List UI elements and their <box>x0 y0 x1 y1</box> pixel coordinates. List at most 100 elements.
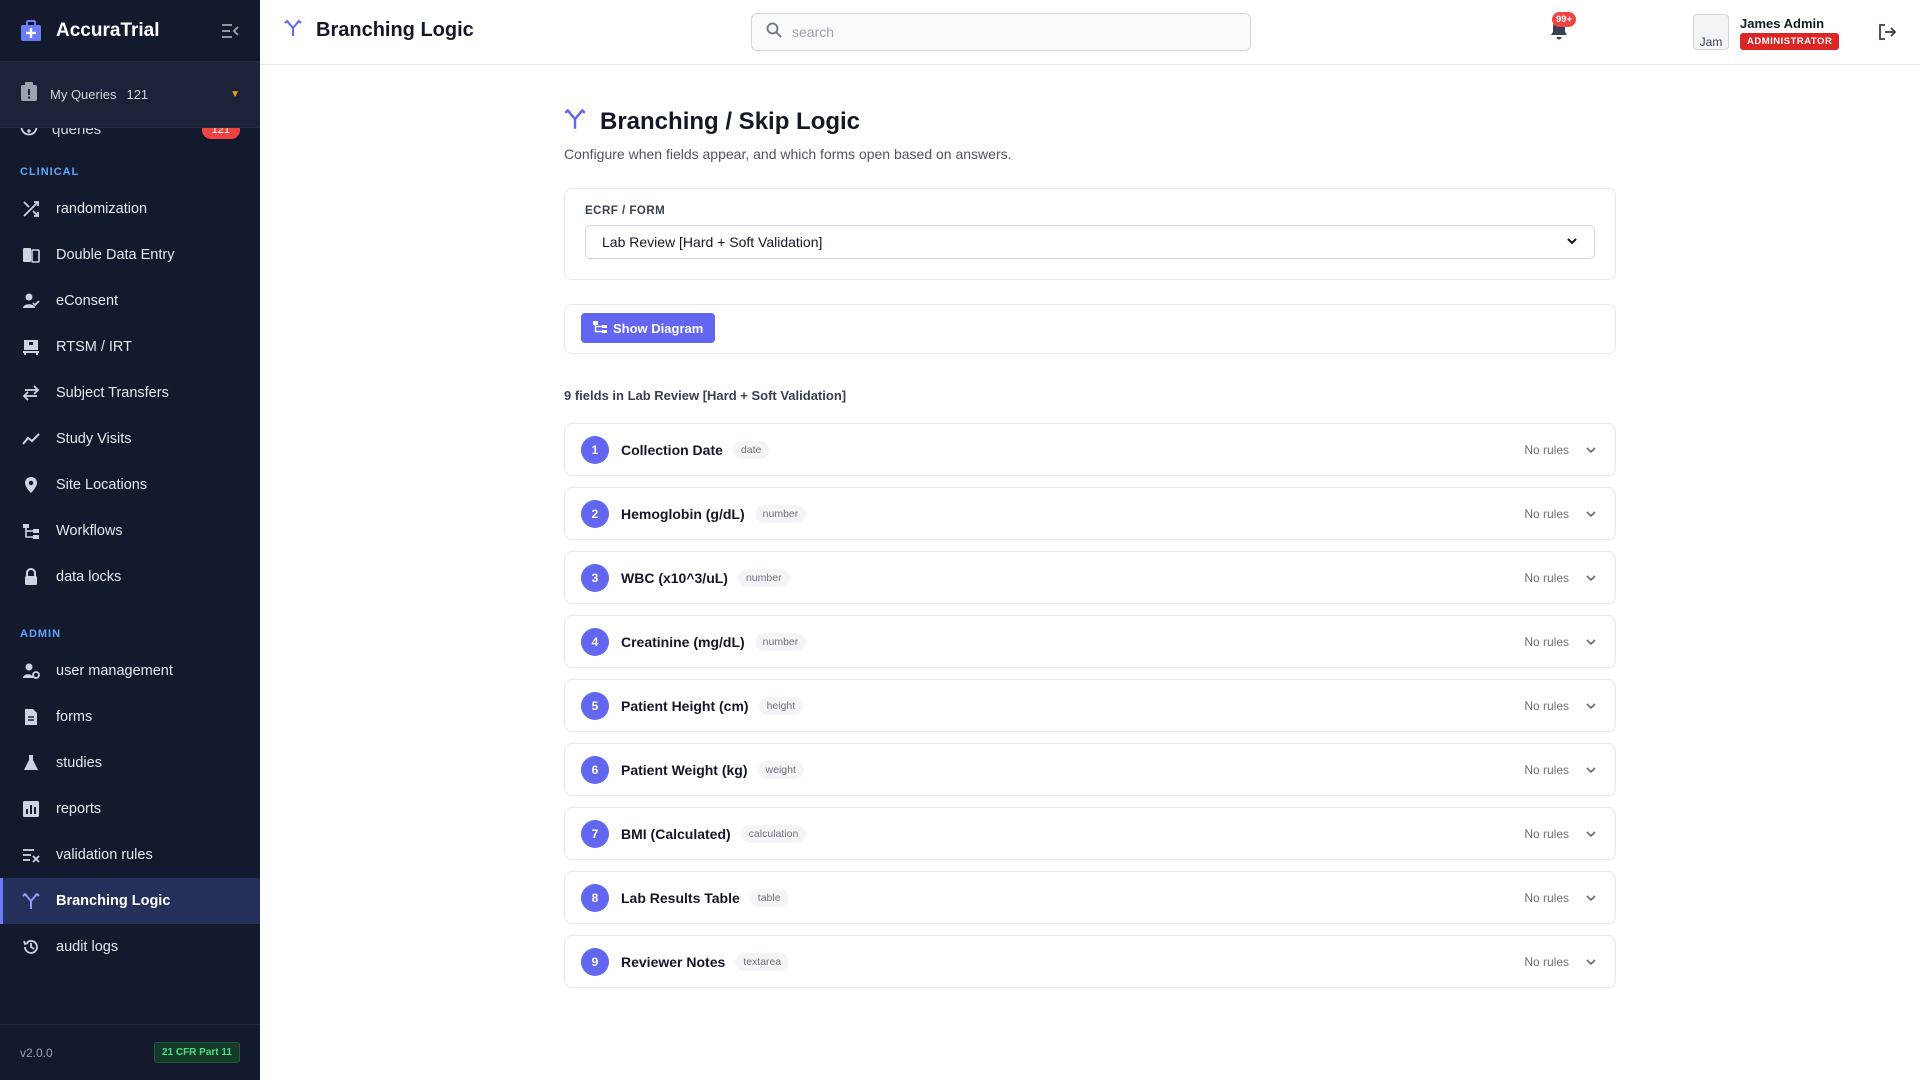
main-content: Branching / Skip Logic Configure when fi… <box>564 65 1616 999</box>
workflow-icon <box>20 520 42 542</box>
collapse-sidebar-icon[interactable] <box>218 19 242 43</box>
my-queries-label: My Queries <box>50 87 117 102</box>
map-pin-icon <box>20 474 42 496</box>
fields-count-heading: 9 fields in Lab Review [Hard + Soft Vali… <box>564 388 847 403</box>
user-check-icon <box>20 290 42 312</box>
chevron-down-icon[interactable] <box>1583 570 1599 586</box>
sidebar-item-econsent[interactable]: eConsent <box>0 278 260 324</box>
field-type-badge: date <box>732 440 770 459</box>
branch-icon <box>20 890 42 912</box>
queries-nav-label: queries <box>52 128 102 138</box>
section-label-clinical: CLINICAL <box>20 166 80 178</box>
field-name: Collection Date <box>621 441 723 458</box>
queries-nav-badge: 121 <box>201 128 240 139</box>
form-selector-card: ECRF / FORM Lab Review [Hard + Soft Vali… <box>564 188 1616 280</box>
chevron-down-icon[interactable] <box>1583 506 1599 522</box>
user-gear-icon <box>20 660 42 682</box>
topbar: Branching Logic 99+ Jam James Admin ADMI… <box>260 0 1920 65</box>
field-number: 6 <box>581 755 609 784</box>
bar-chart-icon <box>20 798 42 820</box>
sidebar-item-label: Site Locations <box>56 477 148 493</box>
sidebar-item-label: reports <box>56 801 102 817</box>
sidebar-item-reports[interactable]: reports <box>0 786 260 832</box>
avatar[interactable]: Jam <box>1693 14 1729 50</box>
my-queries-dropdown[interactable]: My Queries 121 ▼ <box>0 62 260 128</box>
page-header: Branching Logic <box>284 18 474 43</box>
sidebar-item-user-management[interactable]: user management <box>0 648 260 694</box>
sidebar-item-branching-logic[interactable]: Branching Logic <box>0 878 260 924</box>
field-rules-status: No rules <box>1524 698 1569 713</box>
sidebar-item-label: data locks <box>56 569 122 585</box>
chevron-down-icon[interactable] <box>1583 634 1599 650</box>
field-number: 5 <box>581 691 609 720</box>
sidebar-item-site-locations[interactable]: Site Locations <box>0 462 260 508</box>
sidebar-item-label: Branching Logic <box>56 893 171 909</box>
sidebar-item-double-data-entry[interactable]: Double Data Entry <box>0 232 260 278</box>
sidebar-item-validation-rules[interactable]: validation rules <box>0 832 260 878</box>
field-rules-status: No rules <box>1524 954 1569 969</box>
logout-icon[interactable] <box>1877 22 1899 44</box>
chevron-down-icon[interactable] <box>1583 954 1599 970</box>
field-rules-status: No rules <box>1524 762 1569 777</box>
transfer-icon <box>20 382 42 404</box>
section-label-admin: ADMIN <box>20 628 62 640</box>
sidebar-item-label: Double Data Entry <box>56 247 175 263</box>
chevron-down-icon[interactable] <box>1583 890 1599 906</box>
clipboard-alert-icon <box>20 82 38 107</box>
cutoff-nav-item: queries 121 <box>0 128 260 148</box>
field-rules-status: No rules <box>1524 442 1569 457</box>
field-name: BMI (Calculated) <box>621 825 731 842</box>
sidebar-item-forms[interactable]: forms <box>0 694 260 740</box>
show-diagram-label: Show Diagram <box>613 320 704 336</box>
field-number: 7 <box>581 819 609 848</box>
field-row[interactable]: 7 BMI (Calculated) calculation No rules <box>564 807 1616 860</box>
sidebar-item-data-locks[interactable]: data locks <box>0 554 260 600</box>
show-diagram-button[interactable]: Show Diagram <box>581 313 716 343</box>
chevron-down-icon[interactable] <box>1583 442 1599 458</box>
sidebar-item-label: Subject Transfers <box>56 385 169 401</box>
field-name: Patient Weight (kg) <box>621 761 748 778</box>
compliance-badge: 21 CFR Part 11 <box>153 1042 240 1063</box>
sidebar-item-workflows[interactable]: Workflows <box>0 508 260 554</box>
field-row[interactable]: 6 Patient Weight (kg) weight No rules <box>564 743 1616 796</box>
sidebar-item-study-visits[interactable]: Study Visits <box>0 416 260 462</box>
sidebar-footer: v2.0.0 21 CFR Part 11 <box>0 1024 260 1080</box>
form-select[interactable]: Lab Review [Hard + Soft Validation] <box>585 225 1595 259</box>
sidebar-item-studies[interactable]: studies <box>0 740 260 786</box>
chevron-down-icon[interactable] <box>1583 826 1599 842</box>
field-name: Hemoglobin (g/dL) <box>621 505 745 522</box>
sidebar-item-rtsm-irt[interactable]: RTSM / IRT <box>0 324 260 370</box>
field-row[interactable]: 8 Lab Results Table table No rules <box>564 871 1616 924</box>
sidebar-item-subject-transfers[interactable]: Subject Transfers <box>0 370 260 416</box>
field-row[interactable]: 3 WBC (x10^3/uL) number No rules <box>564 551 1616 604</box>
page-subtitle: Configure when fields appear, and which … <box>564 146 1012 162</box>
sidebar-item-label: Study Visits <box>56 431 132 447</box>
field-row[interactable]: 5 Patient Height (cm) height No rules <box>564 679 1616 732</box>
chevron-down-icon[interactable] <box>1583 698 1599 714</box>
user-name: James Admin <box>1740 16 1825 31</box>
field-rules-status: No rules <box>1524 826 1569 841</box>
search-box[interactable] <box>751 13 1251 51</box>
field-number: 2 <box>581 499 609 528</box>
sidebar-item-label: user management <box>56 663 173 679</box>
search-input[interactable] <box>792 24 1232 40</box>
field-name: Reviewer Notes <box>621 953 726 970</box>
brand-header: AccuraTrial <box>0 0 260 62</box>
sidebar-item-label: Workflows <box>56 523 123 539</box>
sidebar-item-randomization[interactable]: randomization <box>0 186 260 232</box>
user-role-badge: ADMINISTRATOR <box>1740 33 1840 50</box>
field-rules-status: No rules <box>1524 506 1569 521</box>
flask-icon <box>20 752 42 774</box>
field-row[interactable]: 4 Creatinine (mg/dL) number No rules <box>564 615 1616 668</box>
field-row[interactable]: 2 Hemoglobin (g/dL) number No rules <box>564 487 1616 540</box>
field-type-badge: number <box>754 632 807 651</box>
field-type-badge: number <box>737 568 790 587</box>
form-select-value: Lab Review [Hard + Soft Validation] <box>602 234 823 250</box>
sidebar-item-audit-logs[interactable]: audit logs <box>0 924 260 970</box>
lock-icon <box>20 566 42 588</box>
field-rules-status: No rules <box>1524 890 1569 905</box>
chevron-down-icon[interactable] <box>1583 762 1599 778</box>
field-row[interactable]: 9 Reviewer Notes textarea No rules <box>564 935 1616 988</box>
field-row[interactable]: 1 Collection Date date No rules <box>564 423 1616 476</box>
field-name: WBC (x10^3/uL) <box>621 569 728 586</box>
